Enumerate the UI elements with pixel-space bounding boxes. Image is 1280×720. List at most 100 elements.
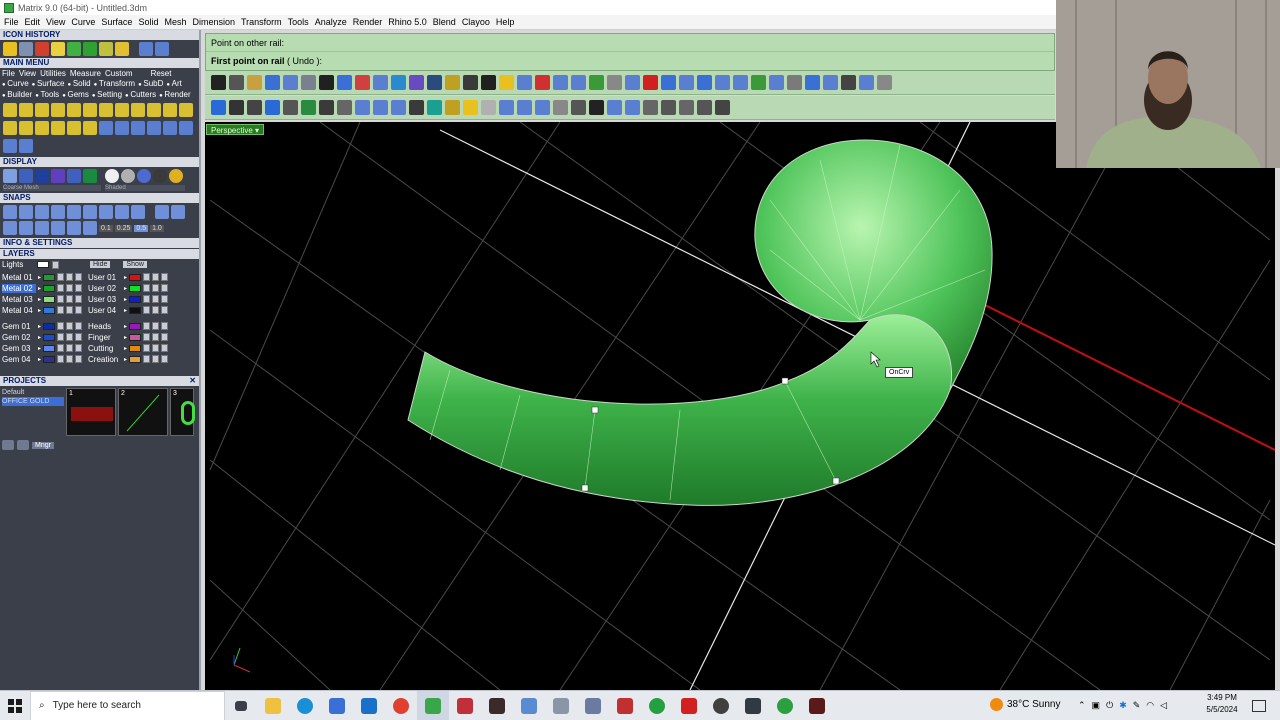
layer-current-toggle[interactable] [161,306,169,314]
toolbar-tool-icon[interactable] [517,100,532,115]
toolbar-tool-icon[interactable] [445,100,460,115]
toolbar-tool-icon[interactable] [373,75,388,90]
network-surface-icon[interactable] [19,42,33,56]
viewport-canvas[interactable] [205,122,1275,690]
toolbar-tool-icon[interactable] [301,75,316,90]
toolbar-tool-icon[interactable] [787,75,802,90]
toolbar-tool-icon[interactable] [211,75,226,90]
app-button-gear[interactable] [737,691,769,720]
layer-current-toggle[interactable] [161,344,169,352]
tray-bluetooth-icon[interactable]: ✱ [1119,700,1127,711]
line-icon[interactable] [115,42,129,56]
layer-current-toggle[interactable] [75,284,83,292]
layer-row[interactable]: Gem 04 ▸ [2,354,83,364]
toolbar-tool-icon[interactable] [769,75,784,90]
layer-name[interactable]: User 01 [88,273,122,282]
layer-lock-toggle[interactable] [152,295,160,303]
layer-visibility-toggle[interactable] [57,322,65,330]
toolbar-tool-icon[interactable] [535,75,550,90]
toolbar-tool-icon[interactable] [625,75,640,90]
command-input-line[interactable]: First point on rail ( Undo ): [206,52,1054,70]
layer-expand-icon[interactable]: ▸ [124,323,127,330]
layer-color-swatch[interactable] [43,355,56,363]
tray-chevron-icon[interactable]: ⌃ [1078,700,1086,711]
menu-rhino5[interactable]: Rhino 5.0 [388,17,427,27]
snap-value-1[interactable]: 0.25 [114,224,133,232]
app-button-monitor[interactable] [513,691,545,720]
up-project-icon[interactable] [17,440,29,450]
mm-subd[interactable]: SubD [138,79,163,88]
mm-cutters[interactable]: Cutters [125,90,156,99]
app-button-phone[interactable] [577,691,609,720]
layer-color-swatch[interactable] [43,344,56,352]
mm-builder[interactable]: Builder [2,90,32,99]
circle-tool-icon[interactable] [67,103,81,117]
mm-render[interactable]: Render [159,90,191,99]
snap-project-icon[interactable] [171,205,185,219]
layer-lock-toggle[interactable] [152,306,160,314]
layer-row[interactable]: Metal 04 ▸ [2,305,83,315]
mm-tab-custom[interactable]: Custom [105,68,133,79]
tray-usb-icon[interactable]: ⏻ [1106,700,1113,711]
ortho-icon[interactable] [19,221,33,235]
layer-row[interactable]: User 01 ▸ [88,272,169,282]
info-settings-header[interactable]: INFO & SETTINGS [0,238,199,248]
mm-tab-reset[interactable]: Reset [151,68,172,79]
toolbar-tool-icon[interactable] [697,100,712,115]
snap-mid-icon[interactable] [51,205,65,219]
layer-color-swatch[interactable] [129,322,142,330]
toolbar-tool-icon[interactable] [373,100,388,115]
snap-quad-icon[interactable] [131,205,145,219]
layer-visibility-toggle[interactable] [143,355,151,363]
layer-name[interactable]: Gem 01 [2,322,36,331]
group-tool-icon[interactable] [179,121,193,135]
layer-expand-icon[interactable]: ▸ [38,285,41,292]
layer-lock-toggle[interactable] [66,295,74,303]
layer-expand-icon[interactable]: ▸ [38,307,41,314]
toolbar-tool-icon[interactable] [301,100,316,115]
blue-sphere-icon[interactable] [137,169,151,183]
toolbar-tool-icon[interactable] [355,75,370,90]
layer-visibility-toggle[interactable] [143,284,151,292]
project-thumb-3[interactable]: 3 [170,388,195,436]
toolbar-tool-icon[interactable] [427,75,442,90]
taskbar-search-box[interactable]: ⌕ Type here to search [30,690,225,720]
explode-tool-icon[interactable] [19,121,33,135]
toolbar-tool-icon[interactable] [445,75,460,90]
lights-toggle[interactable] [52,260,59,269]
layer-lock-toggle[interactable] [66,344,74,352]
mm-tools[interactable]: Tools [35,90,59,99]
layer-name[interactable]: User 02 [88,284,122,293]
grey-sphere-icon[interactable] [121,169,135,183]
app-button-video[interactable] [609,691,641,720]
snap-tan-icon[interactable] [115,205,129,219]
layer-current-toggle[interactable] [75,295,83,303]
command-prompt[interactable]: Point on other rail: First point on rail… [205,33,1055,71]
layer-color-swatch[interactable] [43,333,56,341]
mm-setting[interactable]: Setting [92,90,122,99]
toolbar-tool-icon[interactable] [265,100,280,115]
layer-name[interactable]: Metal 03 [2,295,36,304]
layer-lock-toggle[interactable] [152,273,160,281]
artistic-view-icon[interactable] [67,169,81,183]
history-icon[interactable] [83,221,97,235]
layer-visibility-toggle[interactable] [143,306,151,314]
toolbar-tool-icon[interactable] [427,100,442,115]
toolbar-tool-icon[interactable] [679,75,694,90]
toolbar-tool-icon[interactable] [391,100,406,115]
project-tool-icon[interactable] [83,121,97,135]
toolbar-tool-icon[interactable] [553,75,568,90]
snap-knot-icon[interactable] [155,205,169,219]
snap-near-icon[interactable] [19,205,33,219]
wireframe-view-icon[interactable] [3,169,17,183]
layer-current-toggle[interactable] [161,284,169,292]
box-icon[interactable] [51,42,65,56]
mm-tab-measure[interactable]: Measure [70,68,101,79]
toolbar-tool-icon[interactable] [661,75,676,90]
layer-visibility-toggle[interactable] [57,344,65,352]
layer-visibility-toggle[interactable] [57,295,65,303]
app-button-cloud[interactable] [545,691,577,720]
mm-art[interactable]: Art [166,79,182,88]
back-arrow-icon[interactable] [139,42,153,56]
toolbar-tool-icon[interactable] [625,100,640,115]
